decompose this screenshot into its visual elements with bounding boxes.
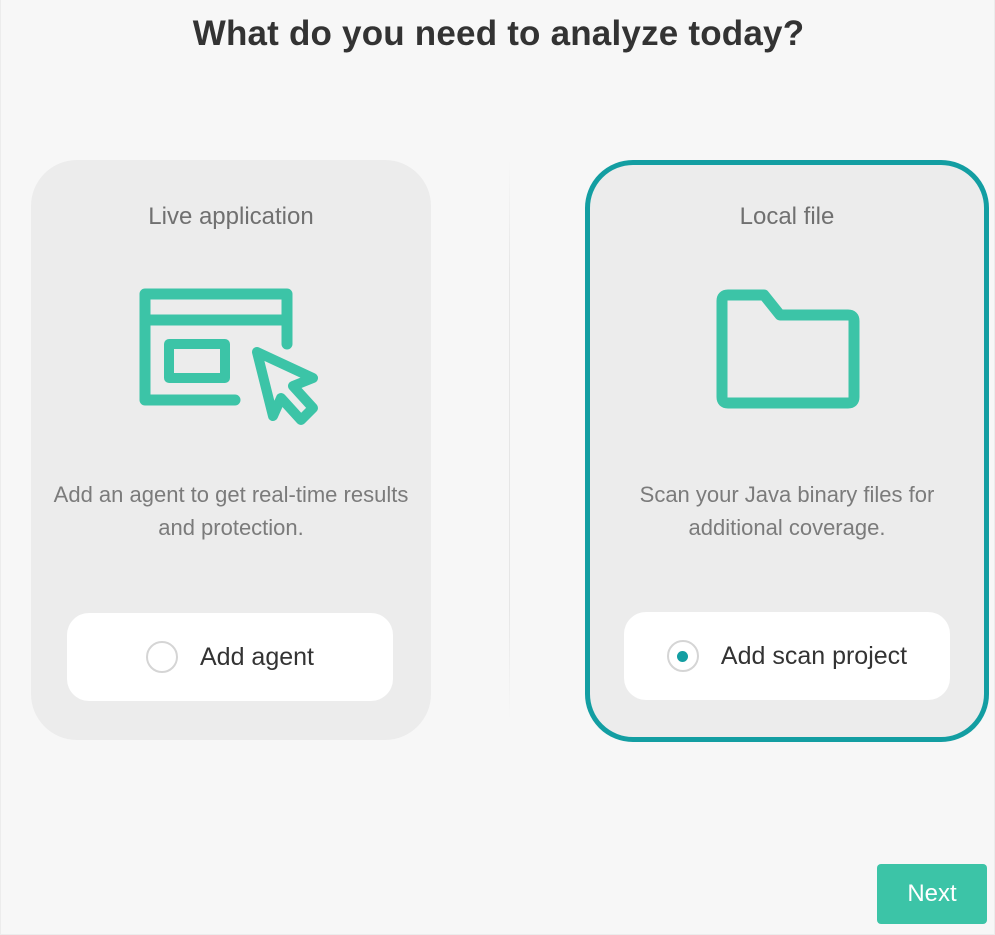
add-scan-project-option[interactable]: Add scan project — [624, 612, 950, 700]
browser-window-cursor-icon — [139, 288, 318, 425]
add-agent-radio[interactable] — [146, 641, 178, 673]
card-local-file[interactable]: Local file Scan your Java binary files f… — [585, 160, 989, 742]
card-description: Add an agent to get real-time results an… — [53, 482, 409, 540]
add-agent-option[interactable]: Add agent — [67, 613, 393, 701]
card-description: Scan your Java binary files for addition… — [639, 482, 935, 540]
page-title: What do you need to analyze today? — [192, 14, 805, 53]
option-label: Add agent — [200, 642, 314, 671]
option-label: Add scan project — [720, 641, 908, 670]
card-title: Live application — [148, 203, 314, 230]
card-live-application[interactable]: Live application Add an agent to get rea… — [31, 160, 431, 740]
card-title: Local file — [739, 203, 835, 230]
analysis-type-page: What do you need to analyze today? Live … — [0, 0, 995, 935]
next-button[interactable]: Next — [877, 864, 987, 924]
card-divider — [509, 160, 510, 720]
add-scan-project-radio[interactable] — [666, 640, 699, 672]
folder-icon — [716, 289, 860, 409]
